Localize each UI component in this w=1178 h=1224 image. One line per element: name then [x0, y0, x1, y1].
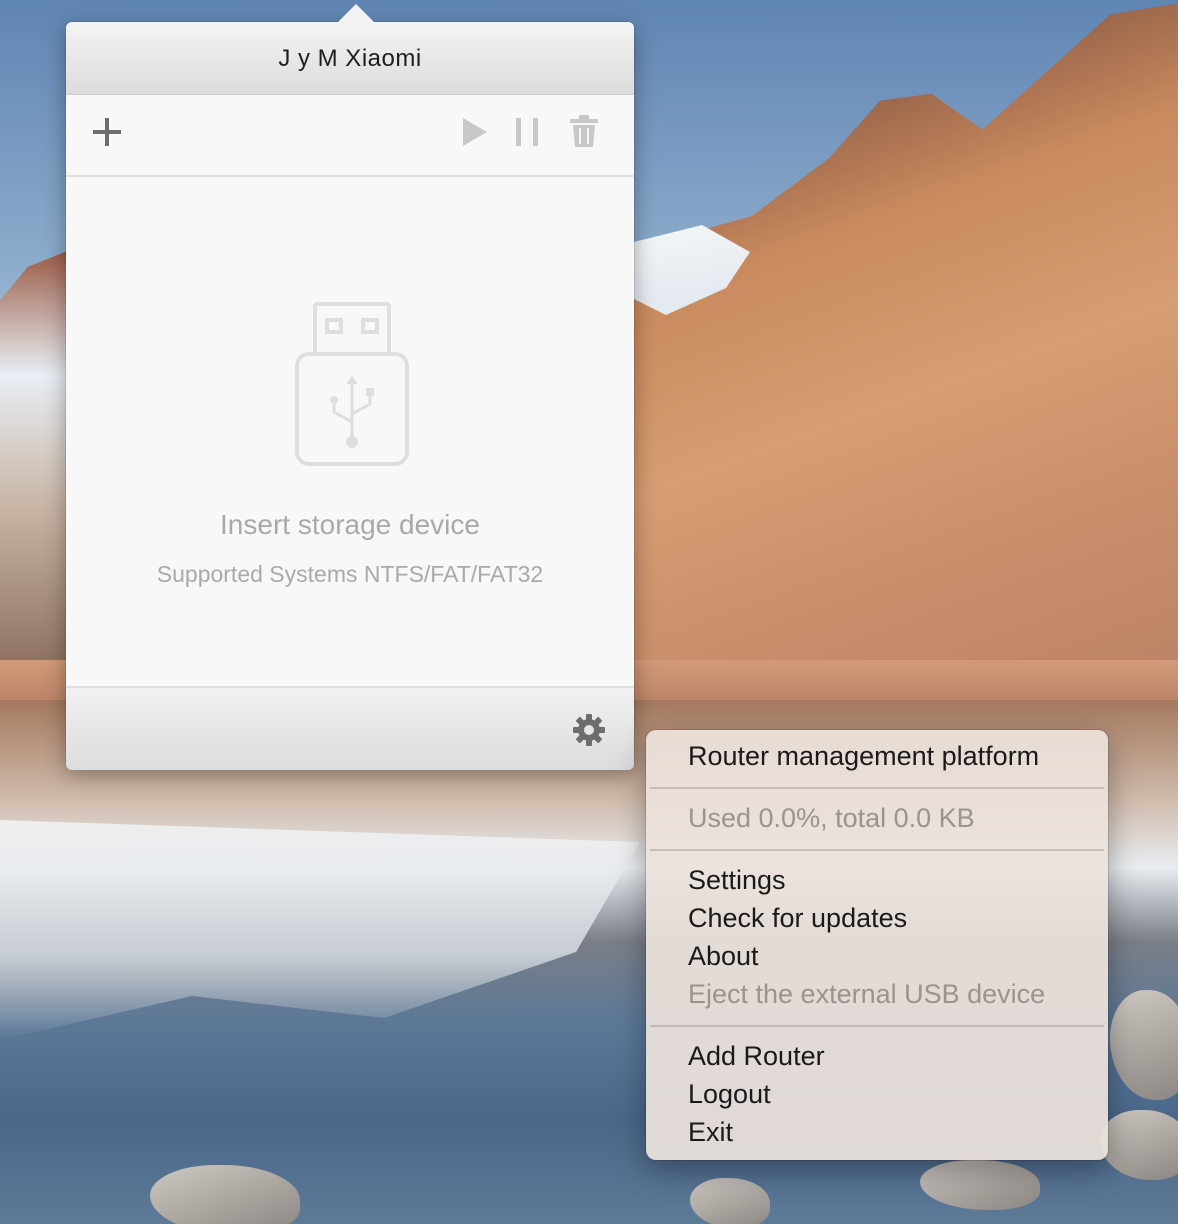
router-popover: J y M Xiaomi Insert storage device Suppo… — [66, 4, 634, 770]
wallpaper-rock — [690, 1178, 770, 1224]
menu-separator — [650, 1025, 1104, 1027]
menu-item-check-updates[interactable]: Check for updates — [688, 901, 907, 935]
empty-state-title: Insert storage device — [220, 509, 480, 540]
router-name-title: J y M Xiaomi — [278, 45, 422, 72]
plus-icon[interactable] — [90, 115, 124, 149]
menu-separator — [650, 849, 1104, 851]
device-list-area: Insert storage device Supported Systems … — [66, 177, 634, 687]
menu-item-logout[interactable]: Logout — [688, 1077, 771, 1111]
pause-icon[interactable] — [512, 115, 542, 149]
wallpaper-mountain-left — [0, 250, 70, 670]
menu-item-exit[interactable]: Exit — [688, 1115, 733, 1149]
play-icon[interactable] — [460, 115, 490, 149]
menu-storage-status: Used 0.0%, total 0.0 KB — [688, 803, 975, 833]
menu-item-settings[interactable]: Settings — [688, 863, 786, 897]
toolbar — [66, 95, 634, 177]
trash-icon[interactable] — [568, 113, 600, 149]
context-menu: Router management platform Used 0.0%, to… — [646, 730, 1108, 1160]
popover-arrow — [338, 4, 374, 22]
popover-footer — [66, 686, 634, 770]
gear-icon[interactable] — [571, 712, 607, 748]
usb-drive-icon — [294, 302, 410, 468]
menu-item-router-management[interactable]: Router management platform — [688, 739, 1039, 773]
empty-state-subtitle: Supported Systems NTFS/FAT/FAT32 — [156, 561, 544, 587]
menu-separator — [650, 787, 1104, 789]
popover-titlebar: J y M Xiaomi — [66, 22, 634, 95]
wallpaper-mountain — [560, 0, 1178, 720]
menu-item-add-router[interactable]: Add Router — [688, 1039, 825, 1073]
menu-item-eject-usb: Eject the external USB device — [688, 979, 1046, 1009]
menu-item-about[interactable]: About — [688, 939, 759, 973]
